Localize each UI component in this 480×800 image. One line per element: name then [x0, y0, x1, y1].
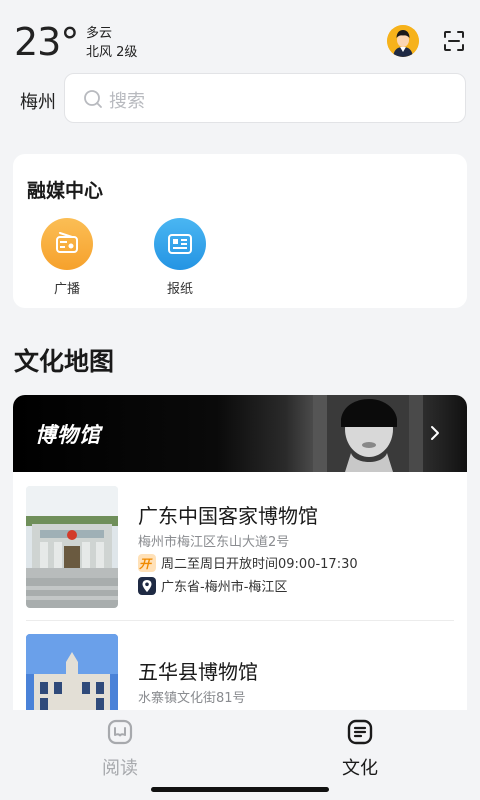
search-icon [84, 90, 102, 108]
search-placeholder: 搜索 [109, 91, 145, 112]
museum-name: 五华县博物馆 [138, 660, 258, 684]
media-item-label: 广播 [53, 282, 80, 297]
location-pin-icon [138, 576, 156, 595]
media-center-card: 融媒中心 广播 报纸 [13, 154, 467, 308]
list-divider [26, 620, 454, 621]
search-input[interactable]: 搜索 [64, 73, 466, 123]
museum-photo [26, 634, 118, 715]
avatar[interactable] [387, 25, 419, 57]
home-indicator [151, 787, 329, 792]
museum-list-card: 博物馆 广东中国客家博物馆 梅州市梅江区东山大道2号 开 周二至周日开放时间09… [13, 395, 467, 715]
user-avatar-icon [387, 25, 419, 57]
scan-button[interactable] [442, 29, 466, 53]
statue-image [313, 395, 423, 472]
media-item-label: 报纸 [166, 282, 193, 297]
radio-icon [41, 218, 93, 270]
museum-hours: 开 周二至周日开放时间09:00-17:30 [138, 553, 358, 572]
media-item-radio[interactable]: 广播 [37, 218, 97, 297]
culture-map-title: 文化地图 [14, 347, 115, 376]
museum-photo [26, 486, 118, 608]
city-selector[interactable]: 梅州 [20, 88, 56, 114]
media-center-title: 融媒中心 [27, 180, 104, 202]
weather-condition: 多云 [86, 26, 113, 41]
museum-location: 广东省-梅州市-梅江区 [138, 576, 287, 595]
museum-banner[interactable]: 博物馆 [13, 395, 467, 472]
banner-title: 博物馆 [35, 423, 101, 447]
header: 23° 多云 北风 2级 梅州 搜索 [0, 0, 480, 140]
museum-location-text: 广东省-梅州市-梅江区 [161, 580, 288, 595]
museum-list-item[interactable]: 五华县博物馆 水寨镇文化街81号 [13, 634, 467, 715]
museum-list-item[interactable]: 广东中国客家博物馆 梅州市梅江区东山大道2号 开 周二至周日开放时间09:00-… [13, 486, 467, 616]
media-item-newspaper[interactable]: 报纸 [150, 218, 210, 297]
read-icon [107, 719, 133, 745]
tab-read[interactable]: 阅读 [80, 718, 160, 780]
museum-address: 梅州市梅江区东山大道2号 [138, 535, 290, 550]
chevron-right-icon [431, 426, 439, 440]
museum-name: 广东中国客家博物馆 [138, 504, 318, 528]
museum-address: 水寨镇文化街81号 [138, 691, 246, 706]
museum-hours-text: 周二至周日开放时间09:00-17:30 [161, 557, 358, 572]
temperature: 23° [14, 20, 79, 64]
tab-label: 阅读 [102, 758, 138, 779]
culture-icon [347, 719, 373, 745]
weather-info: 多云 北风 2级 [86, 24, 137, 62]
wind-info: 北风 2级 [86, 45, 138, 60]
tab-culture[interactable]: 文化 [320, 718, 400, 780]
scan-icon [444, 31, 464, 51]
newspaper-icon [154, 218, 206, 270]
tab-label: 文化 [342, 758, 378, 779]
open-badge-icon: 开 [138, 553, 156, 572]
